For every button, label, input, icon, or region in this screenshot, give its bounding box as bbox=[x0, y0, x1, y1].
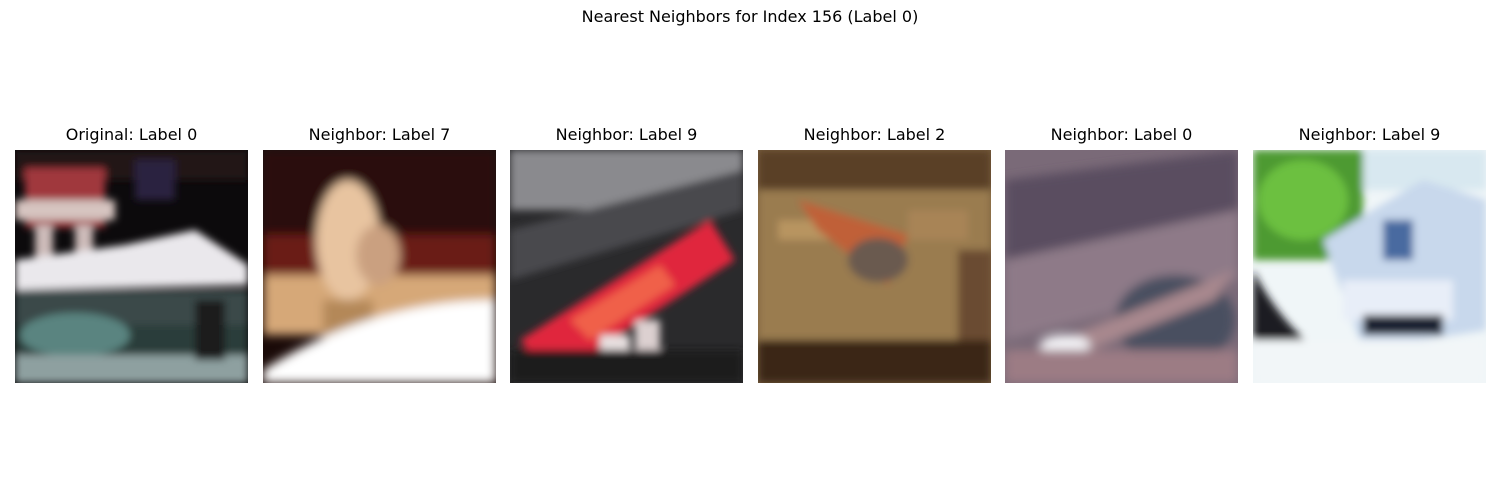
figure-title: Nearest Neighbors for Index 156 (Label 0… bbox=[581, 7, 919, 26]
panel-title-original: Original: Label 0 bbox=[65, 125, 198, 144]
panel-title-neighbor-1: Neighbor: Label 7 bbox=[308, 125, 451, 144]
image-neighbor-4 bbox=[1005, 150, 1238, 383]
image-neighbor-1 bbox=[263, 150, 496, 383]
image-neighbor-2-picture bbox=[510, 150, 743, 383]
image-neighbor-5 bbox=[1253, 150, 1486, 383]
image-neighbor-3 bbox=[758, 150, 991, 383]
image-neighbor-5-picture bbox=[1253, 150, 1486, 383]
image-neighbor-2 bbox=[510, 150, 743, 383]
panel-title-neighbor-5: Neighbor: Label 9 bbox=[1298, 125, 1441, 144]
panel-title-neighbor-3: Neighbor: Label 2 bbox=[803, 125, 946, 144]
image-neighbor-1-picture bbox=[263, 150, 496, 383]
image-neighbor-4-picture bbox=[1005, 150, 1238, 383]
panel-title-neighbor-4: Neighbor: Label 0 bbox=[1050, 125, 1193, 144]
image-original-picture bbox=[15, 150, 248, 383]
image-original bbox=[15, 150, 248, 383]
image-neighbor-3-picture bbox=[758, 150, 991, 383]
panel-title-neighbor-2: Neighbor: Label 9 bbox=[555, 125, 698, 144]
